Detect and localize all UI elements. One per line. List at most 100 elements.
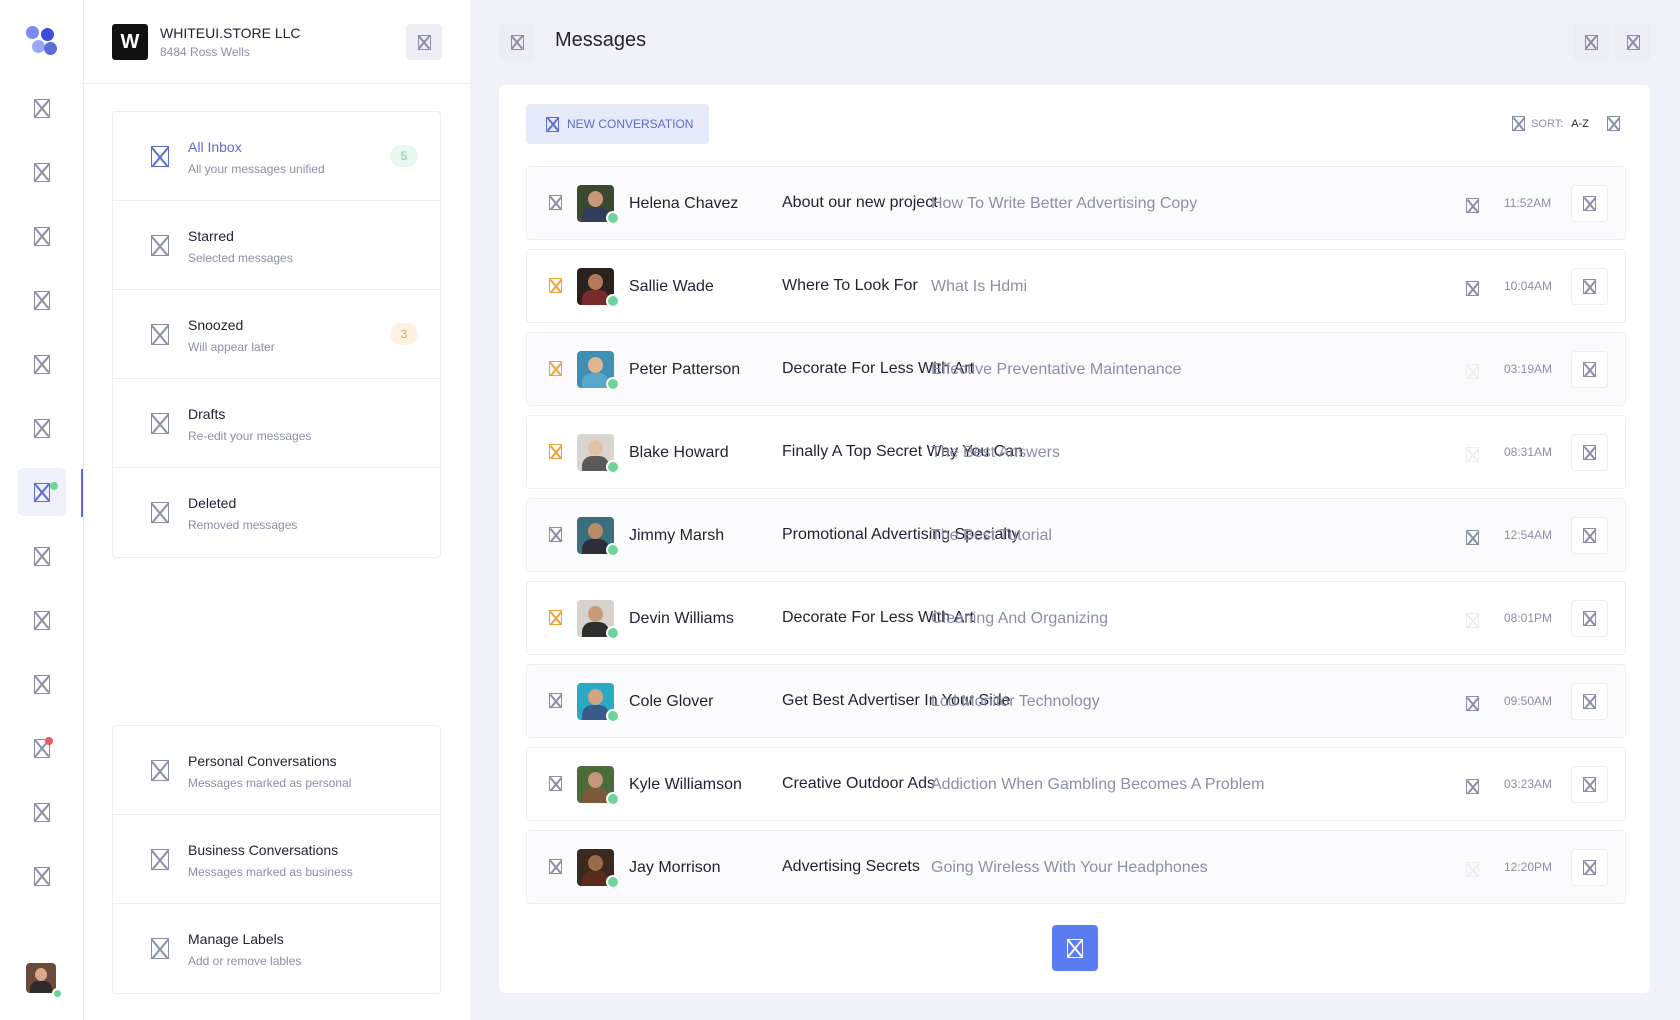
message-time: 12:20PM (1504, 860, 1553, 874)
message-time: 08:01PM (1504, 611, 1553, 625)
rail-item-8[interactable] (18, 532, 66, 580)
sort-control[interactable]: SORT: A-Z (1506, 116, 1626, 131)
message-action-button[interactable] (1571, 268, 1608, 305)
star-icon[interactable] (549, 693, 562, 708)
nav-4-icon (34, 290, 50, 310)
menu-item-snoozed[interactable]: Snoozed Will appear later 3 (113, 290, 440, 379)
message-row[interactable]: Devin Williams Decorate For Less With Art… (526, 581, 1626, 655)
rail-item-12[interactable] (18, 788, 66, 836)
menu-item-title: Manage Labels (188, 931, 284, 947)
manage-labels-icon (151, 938, 169, 959)
user-online-dot (52, 988, 63, 999)
message-action-button[interactable] (1571, 351, 1608, 388)
menu-item-business-conversations[interactable]: Business Conversations Messages marked as… (113, 815, 440, 904)
message-row[interactable]: Blake Howard Finally A Top Secret Way You… (526, 415, 1626, 489)
menu-item-title: All Inbox (188, 139, 242, 155)
star-icon-active[interactable] (549, 278, 562, 293)
user-avatar[interactable] (26, 963, 56, 993)
sender-name: Jay Morrison (629, 859, 721, 876)
message-action-button[interactable] (1571, 185, 1608, 222)
message-time: 09:50AM (1504, 694, 1553, 708)
rail-item-4[interactable] (18, 276, 66, 324)
load-more-button[interactable] (1052, 925, 1098, 971)
app-logo[interactable] (26, 26, 58, 56)
message-action-button[interactable] (1571, 849, 1608, 886)
sort-icon (1512, 116, 1526, 131)
header-action-2-icon (1626, 34, 1640, 50)
menu-item-deleted[interactable]: Deleted Removed messages (113, 468, 440, 557)
message-action-button[interactable] (1571, 766, 1608, 803)
menu-item-drafts[interactable]: Drafts Re-edit your messages (113, 379, 440, 468)
all-inbox-icon (151, 146, 169, 167)
company-menu-button[interactable] (406, 24, 442, 60)
menu-item-manage-labels[interactable]: Manage Labels Add or remove lables (113, 904, 440, 993)
attachment-icon (1466, 862, 1479, 877)
menu-item-title: Starred (188, 228, 234, 244)
more-icon (1583, 777, 1596, 792)
star-icon-active[interactable] (549, 610, 562, 625)
attachment-icon (1466, 281, 1479, 296)
header-action-1-button[interactable] (1573, 24, 1609, 60)
attachment-icon (1466, 696, 1479, 711)
online-status-icon (606, 875, 620, 889)
divider (84, 83, 471, 84)
message-row[interactable]: Cole Glover Get Best Advertiser In Your S… (526, 664, 1626, 738)
menu-item-starred[interactable]: Starred Selected messages (113, 201, 440, 290)
star-icon[interactable] (549, 776, 562, 791)
menu-item-subtitle: Add or remove lables (188, 954, 302, 968)
header-action-2-button[interactable] (1615, 24, 1651, 60)
attachment-icon (1466, 779, 1479, 794)
star-icon-active[interactable] (549, 444, 562, 459)
new-conversation-button[interactable]: NEW CONVERSATION (526, 104, 709, 144)
rail-item-5[interactable] (18, 340, 66, 388)
mailbox-column: W WHITEUI.STORE LLC 8484 Ross Wells All … (84, 0, 471, 1020)
message-row[interactable]: Jimmy Marsh Promotional Advertising Speci… (526, 498, 1626, 572)
business-conversations-icon (151, 849, 169, 870)
message-row[interactable]: Peter Patterson Decorate For Less With Ar… (526, 332, 1626, 406)
message-row[interactable]: Kyle Williamson Creative Outdoor Ads Addic… (526, 747, 1626, 821)
sender-name: Devin Williams (629, 610, 734, 627)
menu-item-personal-conversations[interactable]: Personal Conversations Messages marked as… (113, 726, 440, 815)
message-subject: Advertising Secrets (782, 858, 920, 875)
message-preview: The Best Tutorial (931, 527, 1052, 544)
message-action-button[interactable] (1571, 683, 1608, 720)
attachment-icon (1466, 613, 1479, 628)
sort-label: SORT: (1531, 117, 1564, 130)
more-icon (1583, 362, 1596, 377)
message-preview: Lcd Monitor Technology (931, 693, 1100, 710)
menu-item-subtitle: Messages marked as business (188, 865, 353, 879)
rail-item-9[interactable] (18, 596, 66, 644)
attachment-icon (1466, 198, 1479, 213)
online-status-icon (606, 460, 620, 474)
nav-9-icon (34, 610, 50, 630)
star-icon[interactable] (549, 527, 562, 542)
page-title: Messages (555, 29, 647, 51)
menu-item-all-inbox[interactable]: All Inbox All your messages unified 5 (113, 112, 440, 201)
star-icon[interactable] (549, 195, 562, 210)
rail-item-1[interactable] (18, 84, 66, 132)
message-row[interactable]: Jay Morrison Advertising Secrets Going Wir… (526, 830, 1626, 904)
rail-item-2[interactable] (18, 148, 66, 196)
message-time: 03:19AM (1504, 362, 1553, 376)
message-preview: The Best Answers (931, 444, 1060, 461)
rail-item-10[interactable] (18, 660, 66, 708)
star-icon[interactable] (549, 859, 562, 874)
sort-direction-icon[interactable] (1607, 116, 1620, 131)
rail-item-7[interactable] (18, 468, 66, 516)
rail-item-6[interactable] (18, 404, 66, 452)
message-action-button[interactable] (1571, 434, 1608, 471)
rail-item-11[interactable] (18, 724, 66, 772)
message-action-button[interactable] (1571, 600, 1608, 637)
message-action-button[interactable] (1571, 517, 1608, 554)
attachment-icon (1466, 530, 1479, 545)
message-row[interactable]: Helena Chavez About our new project How To… (526, 166, 1626, 240)
message-row[interactable]: Sallie Wade Where To Look For What Is Hdmi… (526, 249, 1626, 323)
star-icon-active[interactable] (549, 361, 562, 376)
rail-item-3[interactable] (18, 212, 66, 260)
message-time: 10:04AM (1504, 279, 1553, 293)
toggle-sidebar-button[interactable] (499, 24, 535, 60)
message-preview: Cleaning And Organizing (931, 610, 1109, 627)
mailbox-list: All Inbox All your messages unified 5 Starr… (112, 111, 441, 558)
rail-item-13[interactable] (18, 852, 66, 900)
nav-5-icon (34, 354, 50, 374)
